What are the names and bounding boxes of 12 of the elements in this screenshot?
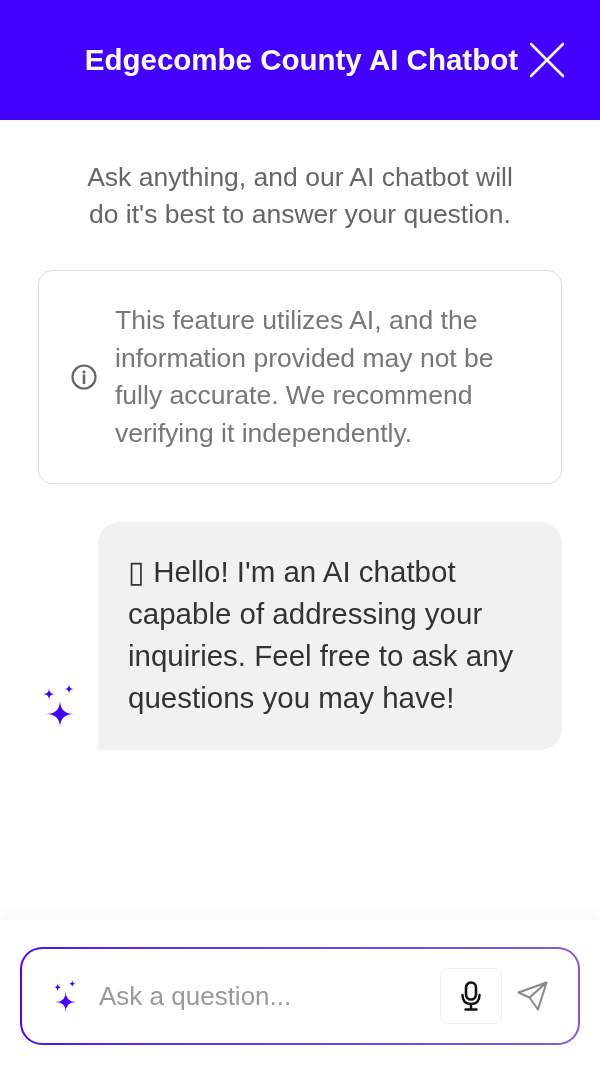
send-icon — [517, 981, 548, 1011]
microphone-button[interactable] — [440, 968, 502, 1024]
close-icon — [529, 42, 565, 78]
notice-text: This feature utilizes AI, and the information provided may not be fully accurate. We recommend verifying it independently. — [115, 304, 495, 450]
sparkle-icon — [53, 979, 77, 1013]
microphone-icon — [461, 981, 481, 1011]
message-text: ▯ Hello! I'm an AI chatbot capable of addressing your inquiries. Feel free to ask any questions you may have! — [128, 554, 515, 716]
close-button[interactable] — [528, 41, 566, 79]
info-icon — [71, 364, 97, 390]
intro-text: Ask anything, and our AI chatbot will do it's best to answer your question. — [86, 161, 514, 231]
chatbot-title: Edgecombe County AI Chatbot — [84, 42, 518, 78]
send-button[interactable] — [517, 981, 548, 1011]
